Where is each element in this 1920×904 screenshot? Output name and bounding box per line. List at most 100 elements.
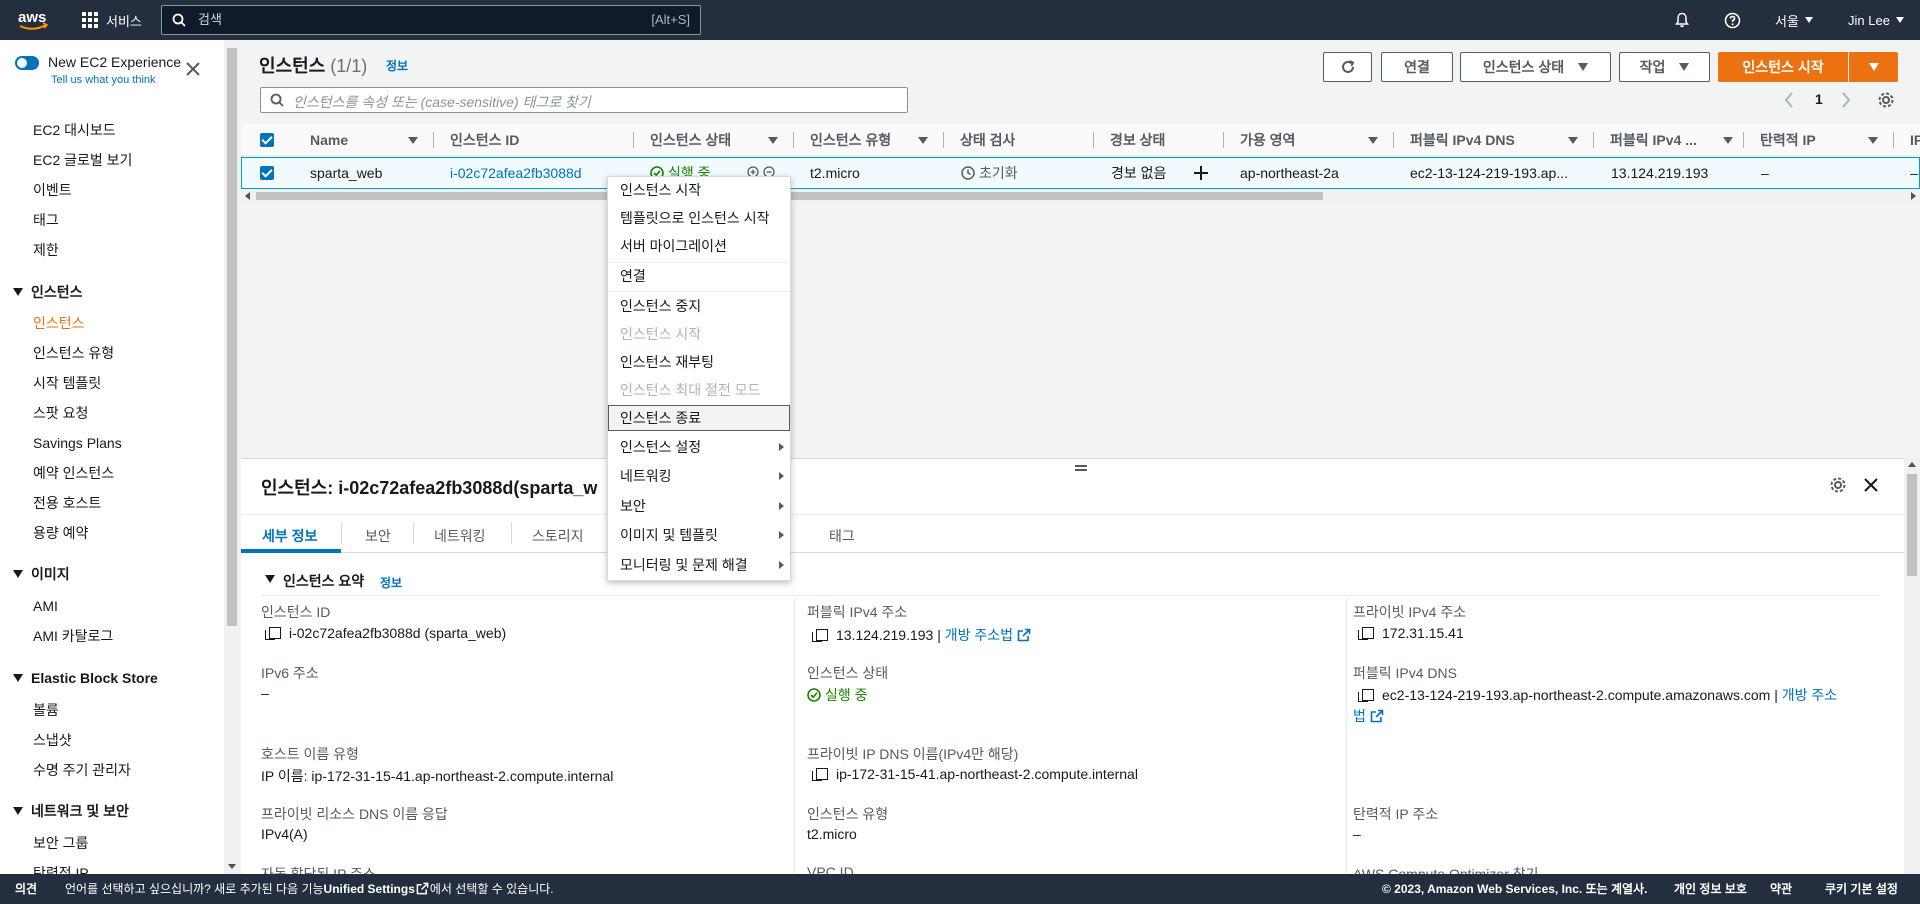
copy-icon[interactable] xyxy=(1358,627,1374,640)
menu-item-terminate-instance[interactable]: 인스턴스 종료 xyxy=(620,409,701,427)
feedback-link[interactable]: Tell us what you think xyxy=(51,74,156,86)
page-number[interactable]: 1 xyxy=(1815,91,1823,107)
sidebar-item-lifecycle-manager[interactable]: 수명 주기 관리자 xyxy=(33,760,131,780)
menu-item-launch-instances[interactable]: 인스턴스 시작 xyxy=(620,181,701,199)
sort-icon[interactable] xyxy=(768,137,778,144)
sidebar-item-capacity-reservations[interactable]: 용량 예약 xyxy=(33,523,88,543)
help-icon[interactable] xyxy=(1724,0,1741,40)
close-sidebar-icon[interactable] xyxy=(186,62,200,76)
sidebar-item-global-view[interactable]: EC2 글로벌 보기 xyxy=(33,150,132,170)
launch-instances-button[interactable]: 인스턴스 시작 xyxy=(1718,52,1848,82)
column-header-instance-state[interactable]: 인스턴스 상태 xyxy=(650,124,731,156)
services-menu[interactable]: 서비스 xyxy=(82,0,142,40)
copy-icon[interactable] xyxy=(1358,689,1374,702)
open-address-link[interactable]: 개방 주소 xyxy=(1782,687,1837,703)
sidebar-item-instances[interactable]: 인스턴스 xyxy=(33,313,85,333)
menu-item-stop-instance[interactable]: 인스턴스 중지 xyxy=(620,297,701,315)
open-address-link[interactable]: 개방 주소법 xyxy=(945,627,1013,643)
sidebar-item-snapshots[interactable]: 스냅샷 xyxy=(33,730,72,750)
sidebar-item-savings-plans[interactable]: Savings Plans xyxy=(33,433,122,453)
terms-link[interactable]: 약관 xyxy=(1770,874,1792,904)
refresh-button[interactable] xyxy=(1323,52,1372,82)
menu-item-instance-settings[interactable]: 인스턴스 설정 xyxy=(620,438,701,456)
sidebar-section-network-security[interactable]: 네트워크 및 보안 xyxy=(13,801,129,821)
sidebar-item-tags[interactable]: 태그 xyxy=(33,210,59,230)
panel-resize-handle[interactable] xyxy=(1075,465,1087,467)
menu-item-server-migration[interactable]: 서버 마이그레이션 xyxy=(620,237,727,255)
copy-icon[interactable] xyxy=(812,629,828,642)
sidebar-item-reserved-instances[interactable]: 예약 인스턴스 xyxy=(33,463,114,483)
sidebar-item-spot-requests[interactable]: 스팟 요청 xyxy=(33,403,88,423)
cookie-preferences-link[interactable]: 쿠키 기본 설정 xyxy=(1825,874,1898,904)
sidebar-item-dedicated-hosts[interactable]: 전용 호스트 xyxy=(33,493,101,513)
menu-item-images-templates[interactable]: 이미지 및 템플릿 xyxy=(620,526,718,544)
tab-security[interactable]: 보안 xyxy=(365,526,391,546)
sort-icon[interactable] xyxy=(1368,137,1378,144)
next-page-icon[interactable] xyxy=(1841,92,1851,108)
open-address-link-cont[interactable]: 법 xyxy=(1353,706,1384,726)
menu-item-connect[interactable]: 연결 xyxy=(620,267,646,285)
menu-item-networking[interactable]: 네트워킹 xyxy=(620,467,672,485)
bell-icon[interactable] xyxy=(1674,0,1690,40)
gear-icon[interactable] xyxy=(1877,91,1895,109)
sidebar-scrollbar[interactable] xyxy=(224,40,240,874)
sort-icon[interactable] xyxy=(1868,137,1878,144)
column-header-elastic-ip[interactable]: 탄력적 IP xyxy=(1760,124,1816,156)
sidebar-item-ami[interactable]: AMI xyxy=(33,596,58,616)
tab-networking[interactable]: 네트워킹 xyxy=(434,526,486,546)
sort-icon[interactable] xyxy=(918,137,928,144)
detail-scrollbar[interactable] xyxy=(1904,458,1920,874)
user-menu[interactable]: Jin Lee xyxy=(1848,0,1904,40)
sidebar-item-events[interactable]: 이벤트 xyxy=(33,180,72,200)
tab-details[interactable]: 세부 정보 xyxy=(262,526,317,546)
new-experience-toggle[interactable] xyxy=(15,56,39,70)
aws-logo[interactable]: aws xyxy=(18,0,50,40)
summary-info-link[interactable]: 정보 xyxy=(380,574,402,591)
sidebar-section-instances[interactable]: 인스턴스 xyxy=(13,282,83,302)
column-header-alarm-status[interactable]: 경보 상태 xyxy=(1110,124,1165,156)
instance-state-button[interactable]: 인스턴스 상태 xyxy=(1460,52,1611,82)
sidebar-item-elastic-ips[interactable]: 탄력적 IP xyxy=(33,863,89,874)
privacy-link[interactable]: 개인 정보 보호 xyxy=(1674,874,1747,904)
sort-icon[interactable] xyxy=(1568,137,1578,144)
instance-filter-input[interactable]: 인스턴스를 속성 또는 (case-sensitive) 태그로 찾기 xyxy=(260,87,908,113)
region-selector[interactable]: 서울 xyxy=(1775,0,1813,40)
column-header-instance-id[interactable]: 인스턴스 ID xyxy=(450,124,519,156)
column-header-name[interactable]: Name xyxy=(310,124,348,156)
launch-dropdown-button[interactable] xyxy=(1849,52,1898,82)
column-header-public-dns[interactable]: 퍼블릭 IPv4 DNS xyxy=(1410,124,1515,156)
prev-page-icon[interactable] xyxy=(1784,92,1794,108)
menu-item-reboot-instance[interactable]: 인스턴스 재부팅 xyxy=(620,353,714,371)
tab-storage[interactable]: 스토리지 xyxy=(532,526,584,546)
sort-icon[interactable] xyxy=(408,137,418,144)
info-link[interactable]: 정보 xyxy=(386,57,408,74)
column-header-instance-type[interactable]: 인스턴스 유형 xyxy=(810,124,891,156)
column-header-ipv6[interactable]: IF xyxy=(1910,124,1920,156)
column-header-public-ipv4[interactable]: 퍼블릭 IPv4 ... xyxy=(1610,124,1720,156)
sidebar-item-launch-templates[interactable]: 시작 템플릿 xyxy=(33,373,101,393)
table-horizontal-scrollbar[interactable] xyxy=(241,189,1920,203)
sidebar-section-ebs[interactable]: Elastic Block Store xyxy=(13,668,158,688)
menu-item-launch-from-template[interactable]: 템플릿으로 인스턴스 시작 xyxy=(620,209,769,227)
sidebar-item-instance-types[interactable]: 인스턴스 유형 xyxy=(33,343,114,363)
menu-item-security[interactable]: 보안 xyxy=(620,497,646,515)
copy-icon[interactable] xyxy=(812,768,828,781)
sort-icon[interactable] xyxy=(1723,137,1733,144)
column-header-availability-zone[interactable]: 가용 영역 xyxy=(1240,124,1295,156)
sidebar-section-images[interactable]: 이미지 xyxy=(13,564,70,584)
sidebar-item-limits[interactable]: 제한 xyxy=(33,240,59,260)
cell-instance-id-link[interactable]: i-02c72afea2fb3088d xyxy=(450,158,582,188)
actions-button[interactable]: 작업 xyxy=(1619,52,1710,82)
add-alarm-icon[interactable] xyxy=(1193,165,1209,181)
menu-item-monitoring[interactable]: 모니터링 및 문제 해결 xyxy=(620,556,748,574)
connect-button[interactable]: 연결 xyxy=(1381,52,1453,82)
copy-icon[interactable] xyxy=(265,627,281,640)
collapse-icon[interactable] xyxy=(265,575,275,583)
sidebar-item-ec2-dashboard[interactable]: EC2 대시보드 xyxy=(33,120,116,140)
gear-icon[interactable] xyxy=(1829,476,1847,494)
column-header-status-check[interactable]: 상태 검사 xyxy=(960,124,1015,156)
unified-settings-link[interactable]: Unified Settings xyxy=(324,882,415,896)
close-icon[interactable] xyxy=(1864,478,1878,492)
table-row[interactable]: sparta_web i-02c72afea2fb3088d 실행 중 t2.m… xyxy=(241,157,1920,189)
tab-tags[interactable]: 태그 xyxy=(829,526,855,546)
